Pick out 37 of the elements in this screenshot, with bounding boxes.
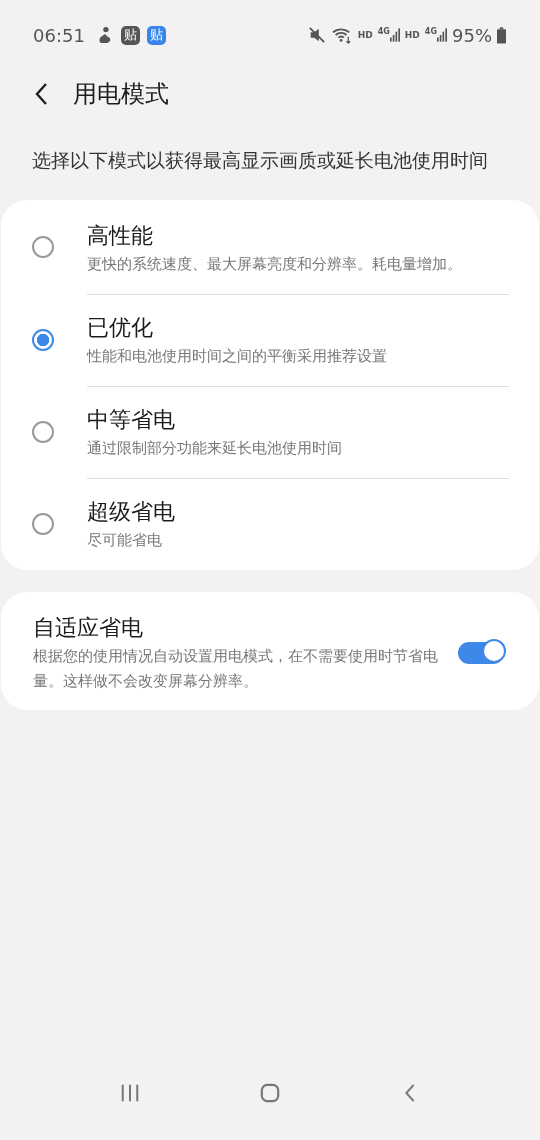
recents-icon[interactable] (120, 1083, 140, 1103)
radio-button[interactable] (32, 421, 54, 443)
mode-description: 性能和电池使用时间之间的平衡采用推荐设置 (87, 346, 388, 367)
back-icon[interactable] (34, 82, 48, 106)
mode-option[interactable]: 超级省电 尽可能省电 (1, 478, 539, 570)
mute-icon (307, 26, 326, 44)
time-text: 06:51 (33, 24, 85, 46)
mode-option[interactable]: 中等省电 通过限制部分功能来延长电池使用时间 (1, 386, 539, 478)
toggle-switch[interactable] (458, 642, 504, 664)
mode-title: 超级省电 (87, 498, 176, 526)
hd-text: HD (357, 30, 373, 40)
mode-title: 高性能 (87, 222, 154, 250)
app-icon: 贴 (120, 25, 140, 45)
page-title: 用电模式 (73, 79, 169, 110)
mode-title: 中等省电 (87, 406, 176, 434)
signal-icon (437, 27, 447, 43)
battery-text: 95% (452, 24, 492, 46)
radio-button[interactable] (32, 329, 54, 351)
mode-option[interactable]: 高性能 更快的系统速度、最大屏幕亮度和分辨率。耗电量增加。 (1, 200, 539, 294)
radio-button[interactable] (32, 236, 54, 258)
wifi-icon (330, 26, 353, 44)
mode-description: 更快的系统速度、最大屏幕亮度和分辨率。耗电量增加。 (87, 254, 463, 275)
setting-description: 根据您的使用情况自动设置用电模式，在不需要使用时节省电量。这样做不会改变屏幕分辨率。 (33, 646, 438, 692)
mode-title: 已优化 (87, 314, 154, 342)
battery-icon (497, 26, 506, 44)
hd-text: HD (404, 30, 420, 40)
network-text: 4G (377, 27, 390, 36)
mode-description: 通过限制部分功能来延长电池使用时间 (87, 438, 343, 459)
home-icon[interactable] (260, 1083, 280, 1103)
setting-title: 自适应省电 (33, 614, 144, 642)
description-text: 选择以下模式以获得最高显示画质或延长电池使用时间 (31, 148, 489, 173)
radio-button[interactable] (32, 513, 54, 535)
mode-description: 尽可能省电 (87, 530, 163, 551)
network-text: 4G (424, 27, 437, 36)
mode-option[interactable]: 已优化 性能和电池使用时间之间的平衡采用推荐设置 (1, 294, 539, 386)
app-icon: 贴 (146, 25, 166, 45)
signal-icon (389, 27, 400, 43)
